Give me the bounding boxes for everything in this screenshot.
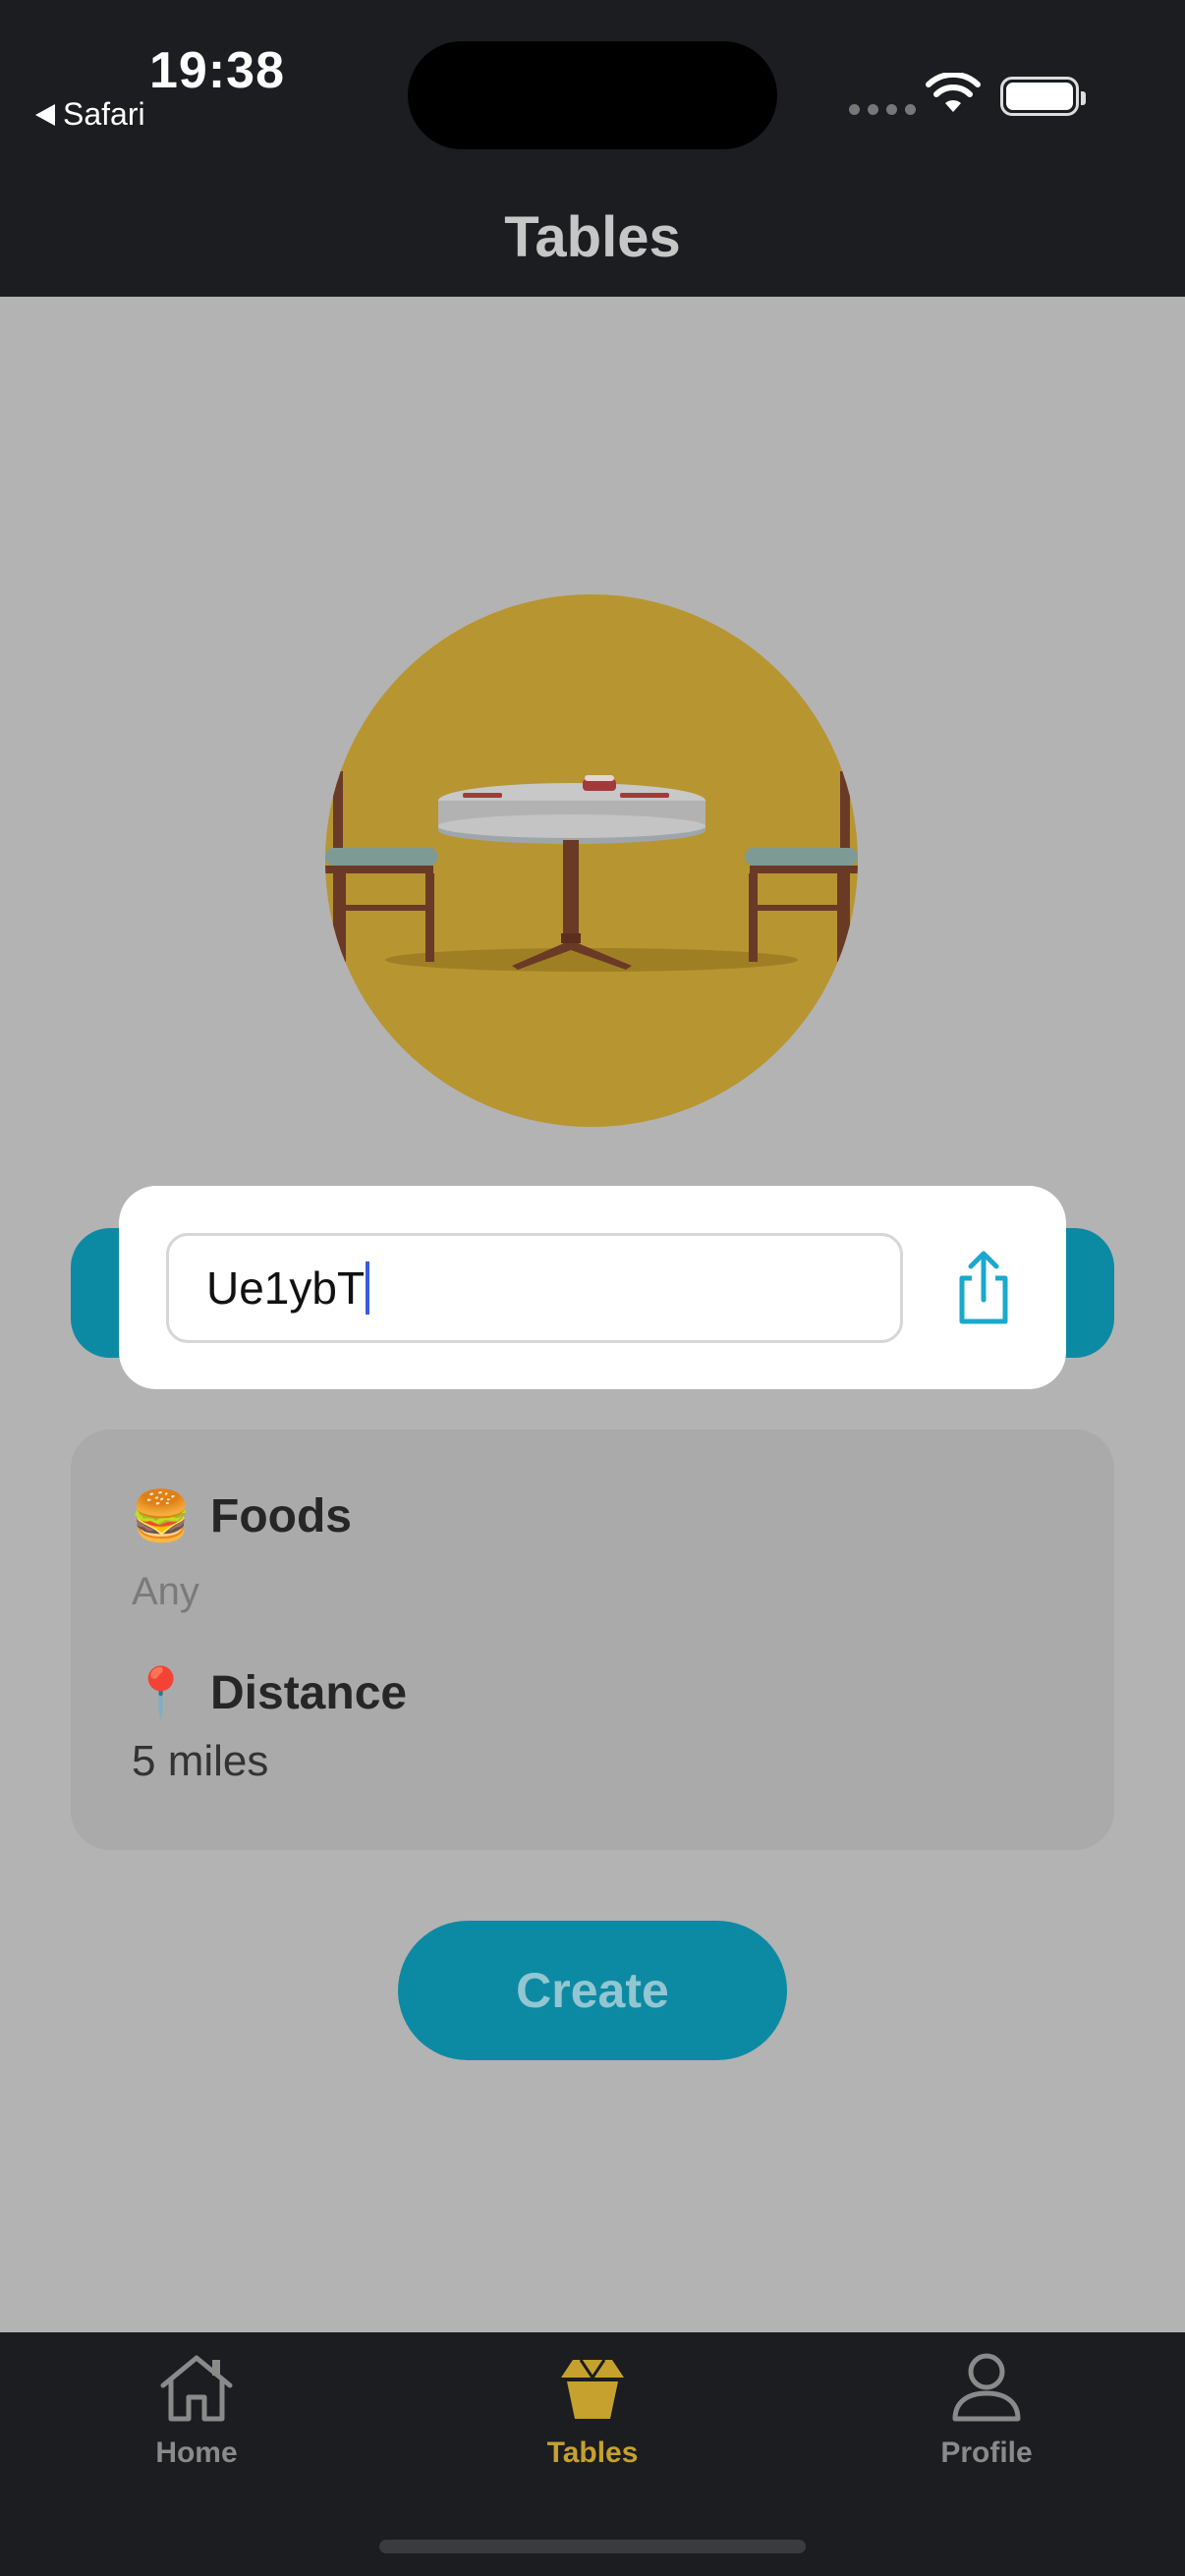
home-indicator[interactable] [379, 2540, 806, 2553]
person-icon [952, 2353, 1021, 2422]
distance-title: Distance [210, 1666, 408, 1719]
tab-profile-label: Profile [940, 2436, 1033, 2469]
navigation-bar: Tables [0, 157, 1185, 297]
table-preferences-card: 🍔 Foods Any 📍 Distance 5 miles [71, 1429, 1114, 1850]
left-chair-icon [325, 771, 438, 968]
table-icon [438, 775, 705, 970]
create-button[interactable]: Create [398, 1921, 787, 2060]
table-code-value: Ue1ybT [206, 1262, 366, 1314]
burger-icon: 🍔 [130, 1487, 193, 1543]
pin-icon: 📍 [130, 1664, 193, 1720]
share-code-popup: Ue1ybT [119, 1186, 1066, 1389]
page-title: Tables [504, 205, 681, 269]
table-code-input[interactable]: Ue1ybT [166, 1233, 903, 1343]
foods-row[interactable]: 🍔 Foods [130, 1486, 352, 1545]
text-caret [366, 1261, 370, 1315]
tab-tables[interactable]: Tables [475, 2352, 710, 2470]
wifi-icon [926, 73, 981, 112]
tab-home[interactable]: Home [79, 2352, 314, 2470]
triangle-left-icon [35, 103, 55, 126]
back-to-safari-link[interactable]: Safari [35, 96, 145, 133]
signal-dots-icon [849, 104, 916, 115]
tab-tables-label: Tables [546, 2436, 639, 2469]
foods-title: Foods [210, 1489, 352, 1542]
tab-profile[interactable]: Profile [869, 2352, 1104, 2470]
share-icon[interactable] [944, 1249, 1023, 1327]
back-app-label: Safari [63, 96, 145, 132]
distance-row[interactable]: 📍 Distance [130, 1663, 408, 1722]
takeout-box-icon [561, 2359, 624, 2419]
status-bar: 19:38 Safari [0, 0, 1185, 157]
right-chair-icon [745, 771, 858, 968]
battery-icon [1000, 77, 1086, 116]
distance-value: 5 miles [132, 1737, 269, 1785]
dynamic-island [408, 41, 777, 149]
restaurant-table-illustration [325, 594, 858, 1127]
home-icon [160, 2355, 233, 2422]
tab-home-label: Home [155, 2436, 238, 2469]
foods-value: Any [132, 1570, 199, 1613]
status-time: 19:38 [149, 42, 285, 99]
